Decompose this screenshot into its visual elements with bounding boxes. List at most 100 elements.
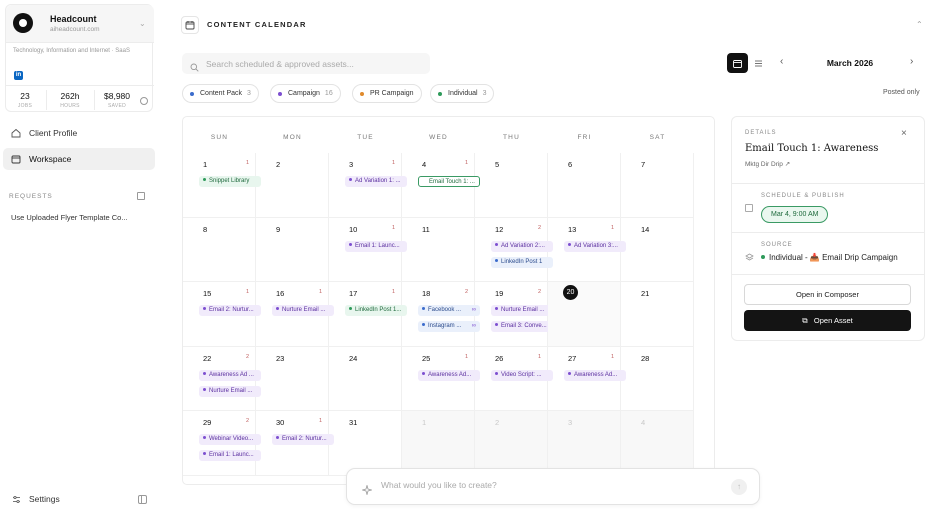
calendar-day[interactable]: 9 xyxy=(256,217,329,283)
calendar-day[interactable]: 21 xyxy=(621,282,694,347)
calendar-day[interactable]: 3 1 Ad Variation 1: ... xyxy=(329,153,407,218)
calendar-day-outside-month[interactable]: 3 xyxy=(548,411,621,476)
open-asset-button[interactable]: ⧉ Open Asset xyxy=(744,310,911,331)
calendar-view-button[interactable] xyxy=(727,53,748,73)
calendar-day[interactable]: 6 xyxy=(548,153,621,218)
prompt-input[interactable] xyxy=(381,480,721,490)
search-bar[interactable] xyxy=(182,53,430,74)
org-card[interactable]: Headcount aiheadcount.com ⌄ Technology, … xyxy=(5,4,154,112)
calendar-day[interactable]: 23 xyxy=(256,346,329,412)
request-item[interactable]: Use Uploaded Flyer Template Co... xyxy=(11,213,157,222)
stats-info-icon[interactable] xyxy=(140,97,148,105)
schedule-date-badge[interactable]: Mar 4, 9:00 AM xyxy=(761,206,829,223)
calendar-day[interactable]: 27 1 Awareness Ad... xyxy=(548,346,626,412)
calendar-day[interactable]: 18 2 Facebook ... ∞ Instagram ... ∞ xyxy=(402,282,480,347)
calendar-event[interactable]: Ad Variation 3:... xyxy=(564,240,626,252)
calendar-event[interactable]: Email 1: Launc... xyxy=(345,240,407,252)
collapse-chevron-icon[interactable]: ⌃ xyxy=(916,20,923,29)
weekday-label: SUN xyxy=(210,134,229,141)
calendar-day[interactable]: 7 xyxy=(621,153,694,218)
nav-item-workspace[interactable]: Workspace xyxy=(3,148,155,170)
filter-individual[interactable]: Individual 3 xyxy=(430,84,495,103)
previous-month-button[interactable]: ‹ xyxy=(780,56,783,67)
nav-item-client-profile[interactable]: Client Profile xyxy=(3,122,155,144)
day-number: 9 xyxy=(276,224,281,234)
calendar-event[interactable]: Snippet Library xyxy=(199,176,261,187)
search-input[interactable] xyxy=(206,58,416,69)
calendar-event[interactable]: Awareness Ad ... xyxy=(199,369,261,381)
calendar-day[interactable]: 25 1 Awareness Ad... xyxy=(402,346,480,412)
calendar-event[interactable]: Nurture Email ... xyxy=(272,305,334,317)
calendar-event[interactable]: Email 1: Launc... xyxy=(199,450,261,462)
filter-pr-campaign[interactable]: PR Campaign xyxy=(352,84,422,103)
calendar-event[interactable]: Email Touch 1: ... xyxy=(418,176,480,187)
sidebar-collapse-icon[interactable] xyxy=(138,495,147,504)
calendar-day[interactable]: 8 xyxy=(183,217,256,283)
day-event-count: 1 xyxy=(610,224,614,231)
calendar-day-outside-month[interactable]: 1 xyxy=(402,411,475,476)
event-title: Nurture Email ... xyxy=(209,387,253,394)
calendar-day[interactable]: 4 1 Email Touch 1: ... xyxy=(402,153,480,218)
calendar-day[interactable]: 15 1 Email 2: Nurtur... xyxy=(183,282,261,347)
event-title: Email Touch 1: ... xyxy=(429,179,475,185)
calendar-day[interactable]: 30 1 Email 2: Nurtur... xyxy=(256,411,334,476)
calendar-event[interactable]: Ad Variation 1: ... xyxy=(345,176,407,187)
calendar-day[interactable]: 28 xyxy=(621,346,694,412)
calendar-day[interactable]: 13 1 Ad Variation 3:... xyxy=(548,217,626,283)
next-month-button[interactable]: › xyxy=(910,56,913,67)
details-subtitle[interactable]: Mktg Dir Drip ↗ xyxy=(745,160,790,168)
close-icon[interactable]: × xyxy=(901,128,907,139)
calendar-event[interactable]: LinkedIn Post 1 xyxy=(491,256,553,268)
calendar-day[interactable]: 2 xyxy=(256,153,329,218)
calendar-event[interactable]: LinkedIn Post 1... xyxy=(345,305,407,317)
org-switcher-chevron-icon[interactable]: ⌄ xyxy=(139,19,146,28)
calendar-day-outside-month[interactable]: 2 xyxy=(475,411,548,476)
event-title: Video Script: ... xyxy=(501,371,542,378)
calendar-day[interactable]: 12 2 Ad Variation 2:... LinkedIn Post 1 xyxy=(475,217,553,283)
calendar-day[interactable]: 14 xyxy=(621,217,694,283)
calendar-event[interactable]: Instagram ... ∞ xyxy=(418,321,480,333)
open-in-composer-button[interactable]: Open in Composer xyxy=(744,284,911,305)
filter-campaign[interactable]: Campaign 16 xyxy=(270,84,341,103)
event-dot xyxy=(495,371,498,375)
list-view-button[interactable] xyxy=(748,53,769,73)
calendar-day[interactable]: 20 xyxy=(548,282,621,347)
calendar-day[interactable]: 16 1 Nurture Email ... xyxy=(256,282,334,347)
calendar-day[interactable]: 17 1 LinkedIn Post 1... xyxy=(329,282,407,347)
new-request-icon[interactable] xyxy=(137,192,145,200)
filter-content-pack[interactable]: Content Pack 3 xyxy=(182,84,259,103)
calendar-event[interactable]: Video Script: ... xyxy=(491,369,553,381)
day-number: 30 xyxy=(276,418,285,428)
calendar-day-outside-month[interactable]: 4 xyxy=(621,411,694,476)
calendar-day[interactable]: 24 xyxy=(329,346,402,412)
day-event-count: 1 xyxy=(391,160,395,166)
linkedin-icon[interactable]: in xyxy=(14,71,23,80)
org-header[interactable]: Headcount aiheadcount.com ⌄ xyxy=(6,5,154,43)
calendar-event[interactable]: Awareness Ad... xyxy=(418,369,480,381)
send-button[interactable]: ↑ xyxy=(731,479,747,495)
calendar-day[interactable]: 31 xyxy=(329,411,402,476)
calendar-day[interactable]: 26 1 Video Script: ... xyxy=(475,346,553,412)
calendar-day[interactable]: 1 1 Snippet Library xyxy=(183,153,261,218)
day-number: 11 xyxy=(422,224,430,234)
calendar-day[interactable]: 10 1 Email 1: Launc... xyxy=(329,217,407,283)
day-number: 24 xyxy=(349,353,358,363)
calendar-event[interactable]: Ad Variation 2:... xyxy=(491,240,553,252)
calendar-event[interactable]: Email 2: Nurtur... xyxy=(199,305,261,317)
day-number: 6 xyxy=(568,160,573,169)
calendar-day[interactable]: 22 2 Awareness Ad ... Nurture Email ... xyxy=(183,346,261,412)
calendar-event[interactable]: Email 2: Nurtur... xyxy=(272,434,334,446)
calendar-event[interactable]: Webinar Video... xyxy=(199,434,261,446)
calendar-day[interactable]: 19 2 Nurture Email ... Email 3: Conve... xyxy=(475,282,553,347)
calendar-event[interactable]: Nurture Email ... xyxy=(491,305,553,317)
calendar-day[interactable]: 5 xyxy=(475,153,548,218)
settings-link[interactable]: Settings xyxy=(12,494,60,504)
posted-only-toggle[interactable]: Posted only xyxy=(883,89,920,96)
calendar-event[interactable]: Nurture Email ... xyxy=(199,385,261,397)
calendar-day[interactable]: 11 xyxy=(402,217,475,283)
calendar-event[interactable]: Awareness Ad... xyxy=(564,369,626,381)
calendar-day[interactable]: 29 2 Webinar Video... Email 1: Launc... xyxy=(183,411,261,476)
calendar-event[interactable]: Email 3: Conve... xyxy=(491,321,553,333)
calendar-event[interactable]: Facebook ... ∞ xyxy=(418,305,480,317)
settings-label: Settings xyxy=(29,494,60,504)
